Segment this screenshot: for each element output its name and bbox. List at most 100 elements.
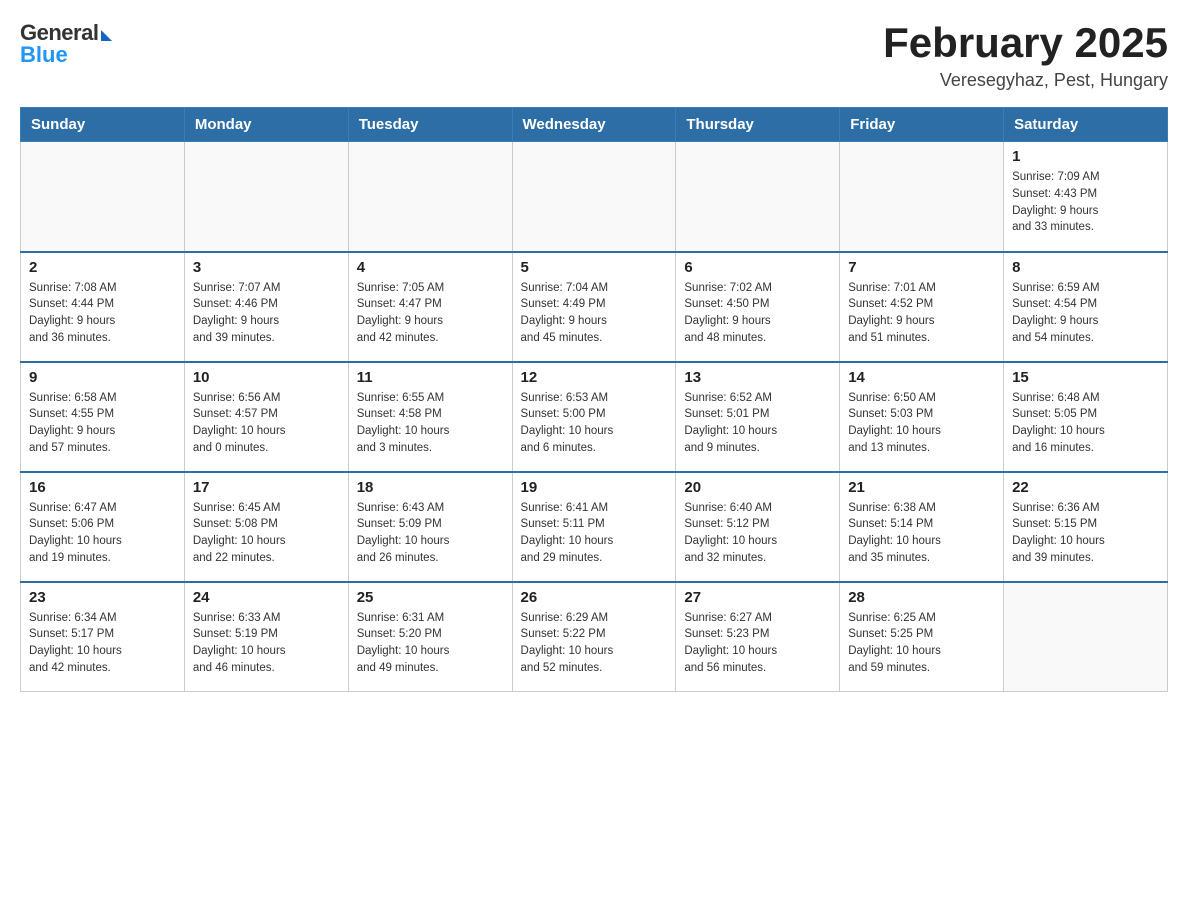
day-number: 24 [193, 589, 340, 606]
day-info: Sunrise: 7:05 AMSunset: 4:47 PMDaylight:… [357, 280, 504, 347]
day-number: 23 [29, 589, 176, 606]
day-info: Sunrise: 6:48 AMSunset: 5:05 PMDaylight:… [1012, 390, 1159, 457]
calendar-cell: 20 Sunrise: 6:40 AMSunset: 5:12 PMDayligh… [676, 472, 840, 582]
calendar-cell: 15 Sunrise: 6:48 AMSunset: 5:05 PMDayligh… [1004, 362, 1168, 472]
day-info: Sunrise: 7:07 AMSunset: 4:46 PMDaylight:… [193, 280, 340, 347]
day-number: 4 [357, 259, 504, 276]
day-info: Sunrise: 6:27 AMSunset: 5:23 PMDaylight:… [684, 610, 831, 677]
calendar-cell [512, 142, 676, 252]
calendar-subtitle: Veresegyhaz, Pest, Hungary [883, 70, 1168, 91]
day-info: Sunrise: 6:25 AMSunset: 5:25 PMDaylight:… [848, 610, 995, 677]
calendar-cell: 14 Sunrise: 6:50 AMSunset: 5:03 PMDayligh… [840, 362, 1004, 472]
day-info: Sunrise: 6:29 AMSunset: 5:22 PMDaylight:… [521, 610, 668, 677]
day-number: 25 [357, 589, 504, 606]
day-header-thursday: Thursday [676, 108, 840, 142]
day-info: Sunrise: 7:04 AMSunset: 4:49 PMDaylight:… [521, 280, 668, 347]
calendar-cell [840, 142, 1004, 252]
day-info: Sunrise: 6:47 AMSunset: 5:06 PMDaylight:… [29, 500, 176, 567]
day-info: Sunrise: 7:08 AMSunset: 4:44 PMDaylight:… [29, 280, 176, 347]
day-info: Sunrise: 6:58 AMSunset: 4:55 PMDaylight:… [29, 390, 176, 457]
day-header-saturday: Saturday [1004, 108, 1168, 142]
day-info: Sunrise: 6:31 AMSunset: 5:20 PMDaylight:… [357, 610, 504, 677]
calendar-cell: 18 Sunrise: 6:43 AMSunset: 5:09 PMDayligh… [348, 472, 512, 582]
day-number: 8 [1012, 259, 1159, 276]
day-info: Sunrise: 6:41 AMSunset: 5:11 PMDaylight:… [521, 500, 668, 567]
day-number: 15 [1012, 369, 1159, 386]
calendar-cell: 13 Sunrise: 6:52 AMSunset: 5:01 PMDayligh… [676, 362, 840, 472]
logo-blue-text: Blue [20, 44, 112, 66]
day-number: 10 [193, 369, 340, 386]
week-row-2: 2Sunrise: 7:08 AMSunset: 4:44 PMDaylight… [21, 252, 1168, 362]
day-header-tuesday: Tuesday [348, 108, 512, 142]
calendar-cell: 11 Sunrise: 6:55 AMSunset: 4:58 PMDayligh… [348, 362, 512, 472]
day-info: Sunrise: 6:40 AMSunset: 5:12 PMDaylight:… [684, 500, 831, 567]
day-number: 28 [848, 589, 995, 606]
title-section: February 2025 Veresegyhaz, Pest, Hungary [883, 20, 1168, 91]
day-number: 14 [848, 369, 995, 386]
logo: General Blue [20, 20, 112, 66]
day-info: Sunrise: 6:38 AMSunset: 5:14 PMDaylight:… [848, 500, 995, 567]
day-info: Sunrise: 6:43 AMSunset: 5:09 PMDaylight:… [357, 500, 504, 567]
day-header-monday: Monday [184, 108, 348, 142]
calendar-cell: 9Sunrise: 6:58 AMSunset: 4:55 PMDaylight… [21, 362, 185, 472]
day-header-friday: Friday [840, 108, 1004, 142]
day-info: Sunrise: 6:36 AMSunset: 5:15 PMDaylight:… [1012, 500, 1159, 567]
calendar-cell: 3 Sunrise: 7:07 AMSunset: 4:46 PMDaylight… [184, 252, 348, 362]
calendar-table: SundayMondayTuesdayWednesdayThursdayFrid… [20, 107, 1168, 692]
calendar-cell [184, 142, 348, 252]
week-row-3: 9Sunrise: 6:58 AMSunset: 4:55 PMDaylight… [21, 362, 1168, 472]
calendar-cell: 5 Sunrise: 7:04 AMSunset: 4:49 PMDaylight… [512, 252, 676, 362]
calendar-cell: 24 Sunrise: 6:33 AMSunset: 5:19 PMDayligh… [184, 582, 348, 692]
day-number: 17 [193, 479, 340, 496]
calendar-cell: 27 Sunrise: 6:27 AMSunset: 5:23 PMDayligh… [676, 582, 840, 692]
calendar-cell: 16Sunrise: 6:47 AMSunset: 5:06 PMDayligh… [21, 472, 185, 582]
day-number: 6 [684, 259, 831, 276]
week-row-5: 23Sunrise: 6:34 AMSunset: 5:17 PMDayligh… [21, 582, 1168, 692]
day-info: Sunrise: 7:02 AMSunset: 4:50 PMDaylight:… [684, 280, 831, 347]
day-info: Sunrise: 6:45 AMSunset: 5:08 PMDaylight:… [193, 500, 340, 567]
calendar-cell [1004, 582, 1168, 692]
day-number: 7 [848, 259, 995, 276]
day-number: 3 [193, 259, 340, 276]
calendar-cell: 4 Sunrise: 7:05 AMSunset: 4:47 PMDaylight… [348, 252, 512, 362]
calendar-cell: 25 Sunrise: 6:31 AMSunset: 5:20 PMDayligh… [348, 582, 512, 692]
calendar-cell: 22 Sunrise: 6:36 AMSunset: 5:15 PMDayligh… [1004, 472, 1168, 582]
calendar-cell: 10 Sunrise: 6:56 AMSunset: 4:57 PMDayligh… [184, 362, 348, 472]
calendar-cell: 7 Sunrise: 7:01 AMSunset: 4:52 PMDaylight… [840, 252, 1004, 362]
days-header-row: SundayMondayTuesdayWednesdayThursdayFrid… [21, 108, 1168, 142]
calendar-cell: 6 Sunrise: 7:02 AMSunset: 4:50 PMDaylight… [676, 252, 840, 362]
calendar-cell [21, 142, 185, 252]
day-number: 18 [357, 479, 504, 496]
calendar-cell: 17 Sunrise: 6:45 AMSunset: 5:08 PMDayligh… [184, 472, 348, 582]
day-info: Sunrise: 6:53 AMSunset: 5:00 PMDaylight:… [521, 390, 668, 457]
day-info: Sunrise: 7:01 AMSunset: 4:52 PMDaylight:… [848, 280, 995, 347]
calendar-cell: 8Sunrise: 6:59 AMSunset: 4:54 PMDaylight… [1004, 252, 1168, 362]
day-info: Sunrise: 6:55 AMSunset: 4:58 PMDaylight:… [357, 390, 504, 457]
calendar-title: February 2025 [883, 20, 1168, 66]
calendar-cell: 26 Sunrise: 6:29 AMSunset: 5:22 PMDayligh… [512, 582, 676, 692]
day-number: 22 [1012, 479, 1159, 496]
day-number: 13 [684, 369, 831, 386]
calendar-cell: 28 Sunrise: 6:25 AMSunset: 5:25 PMDayligh… [840, 582, 1004, 692]
week-row-4: 16Sunrise: 6:47 AMSunset: 5:06 PMDayligh… [21, 472, 1168, 582]
calendar-cell: 12 Sunrise: 6:53 AMSunset: 5:00 PMDayligh… [512, 362, 676, 472]
day-info: Sunrise: 6:56 AMSunset: 4:57 PMDaylight:… [193, 390, 340, 457]
day-number: 11 [357, 369, 504, 386]
day-info: Sunrise: 6:50 AMSunset: 5:03 PMDaylight:… [848, 390, 995, 457]
day-info: Sunrise: 6:52 AMSunset: 5:01 PMDaylight:… [684, 390, 831, 457]
day-number: 26 [521, 589, 668, 606]
day-number: 1 [1012, 148, 1159, 165]
day-header-wednesday: Wednesday [512, 108, 676, 142]
day-number: 12 [521, 369, 668, 386]
day-number: 27 [684, 589, 831, 606]
calendar-cell: 23Sunrise: 6:34 AMSunset: 5:17 PMDayligh… [21, 582, 185, 692]
calendar-cell: 21 Sunrise: 6:38 AMSunset: 5:14 PMDayligh… [840, 472, 1004, 582]
day-number: 5 [521, 259, 668, 276]
calendar-cell [676, 142, 840, 252]
calendar-cell: 19Sunrise: 6:41 AMSunset: 5:11 PMDayligh… [512, 472, 676, 582]
day-header-sunday: Sunday [21, 108, 185, 142]
day-info: Sunrise: 6:33 AMSunset: 5:19 PMDaylight:… [193, 610, 340, 677]
day-number: 21 [848, 479, 995, 496]
logo-arrow-icon [101, 30, 112, 41]
day-number: 20 [684, 479, 831, 496]
